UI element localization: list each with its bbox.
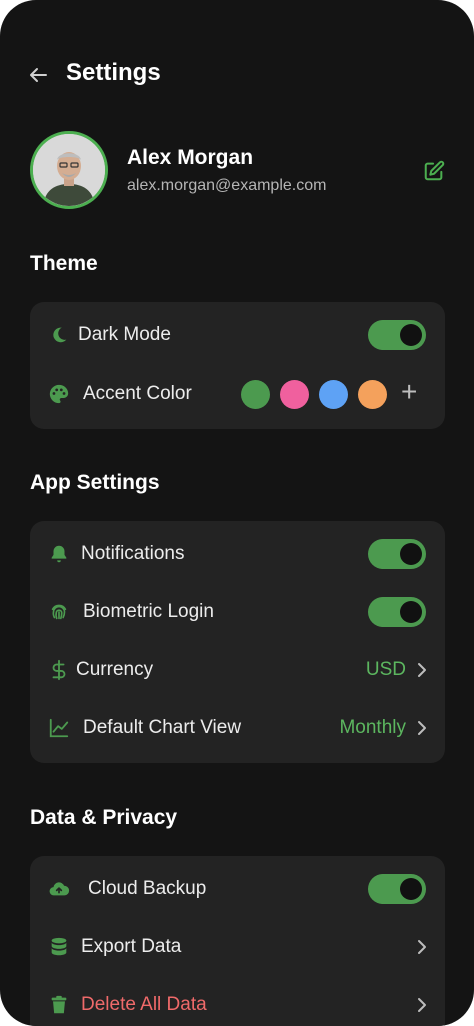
chart-line-icon bbox=[49, 718, 69, 738]
cloud-backup-label: Cloud Backup bbox=[88, 878, 207, 899]
dollar-icon bbox=[52, 659, 66, 681]
settings-screen: Settings Alex Morgan alex.morgan@example… bbox=[0, 0, 474, 1026]
cloud-upload-icon bbox=[49, 882, 70, 896]
add-accent-button[interactable]: + bbox=[401, 376, 417, 408]
accent-swatch-pink[interactable] bbox=[280, 380, 309, 409]
notifications-label: Notifications bbox=[81, 543, 185, 564]
chevron-right-icon bbox=[418, 721, 426, 735]
delete-data-row[interactable]: Delete All Data bbox=[30, 980, 445, 1026]
header: Settings bbox=[0, 52, 474, 96]
export-data-row[interactable]: Export Data bbox=[30, 922, 445, 972]
arrow-left-icon bbox=[30, 68, 47, 82]
chart-view-label: Default Chart View bbox=[83, 717, 242, 738]
theme-card: Dark Mode Accent Color + bbox=[30, 302, 445, 429]
section-title-app-settings: App Settings bbox=[30, 471, 160, 494]
chevron-right-icon bbox=[418, 940, 426, 954]
person-photo-icon bbox=[33, 134, 105, 206]
notifications-toggle[interactable] bbox=[368, 539, 426, 569]
profile-card: Alex Morgan alex.morgan@example.com bbox=[30, 131, 450, 209]
cloud-backup-row: Cloud Backup bbox=[30, 864, 445, 914]
palette-icon bbox=[49, 384, 69, 404]
delete-data-label: Delete All Data bbox=[81, 994, 207, 1015]
notifications-row: Notifications bbox=[30, 529, 445, 579]
fingerprint-icon bbox=[51, 604, 67, 620]
chart-view-value: Monthly bbox=[339, 717, 406, 738]
section-title-theme: Theme bbox=[30, 252, 98, 275]
dark-mode-row: Dark Mode bbox=[30, 310, 445, 360]
accent-swatch-green[interactable] bbox=[241, 380, 270, 409]
accent-swatch-blue[interactable] bbox=[319, 380, 348, 409]
trash-icon bbox=[51, 995, 67, 1014]
toggle-knob bbox=[400, 543, 422, 565]
chevron-right-icon bbox=[418, 998, 426, 1012]
chevron-right-icon bbox=[418, 663, 426, 677]
moon-icon bbox=[53, 327, 67, 343]
export-data-label: Export Data bbox=[81, 936, 182, 957]
chart-view-row[interactable]: Default Chart View Monthly bbox=[30, 703, 445, 753]
edit-icon bbox=[424, 160, 445, 181]
accent-color-label: Accent Color bbox=[83, 383, 192, 404]
accent-color-row: Accent Color + bbox=[30, 369, 445, 419]
biometric-toggle[interactable] bbox=[368, 597, 426, 627]
back-button[interactable] bbox=[26, 63, 50, 87]
dark-mode-toggle[interactable] bbox=[368, 320, 426, 350]
edit-profile-button[interactable] bbox=[423, 160, 445, 182]
biometric-row: Biometric Login bbox=[30, 587, 445, 637]
toggle-knob bbox=[400, 601, 422, 623]
biometric-label: Biometric Login bbox=[83, 601, 214, 622]
cloud-backup-toggle[interactable] bbox=[368, 874, 426, 904]
toggle-knob bbox=[400, 324, 422, 346]
accent-swatch-orange[interactable] bbox=[358, 380, 387, 409]
bell-icon bbox=[51, 545, 67, 563]
currency-label: Currency bbox=[76, 659, 154, 680]
dark-mode-label: Dark Mode bbox=[78, 324, 171, 345]
currency-value: USD bbox=[365, 659, 406, 680]
section-title-privacy: Data & Privacy bbox=[30, 806, 178, 829]
currency-row[interactable]: Currency USD bbox=[30, 645, 445, 695]
profile-name: Alex Morgan bbox=[127, 146, 254, 169]
app-settings-card: Notifications Biometric Login Currency U… bbox=[30, 521, 445, 763]
database-icon bbox=[51, 937, 67, 956]
profile-email: alex.morgan@example.com bbox=[127, 177, 327, 194]
toggle-knob bbox=[400, 878, 422, 900]
avatar[interactable] bbox=[30, 131, 108, 209]
privacy-card: Cloud Backup Export Data Delete All Data bbox=[30, 856, 445, 1026]
page-title: Settings bbox=[66, 59, 161, 86]
